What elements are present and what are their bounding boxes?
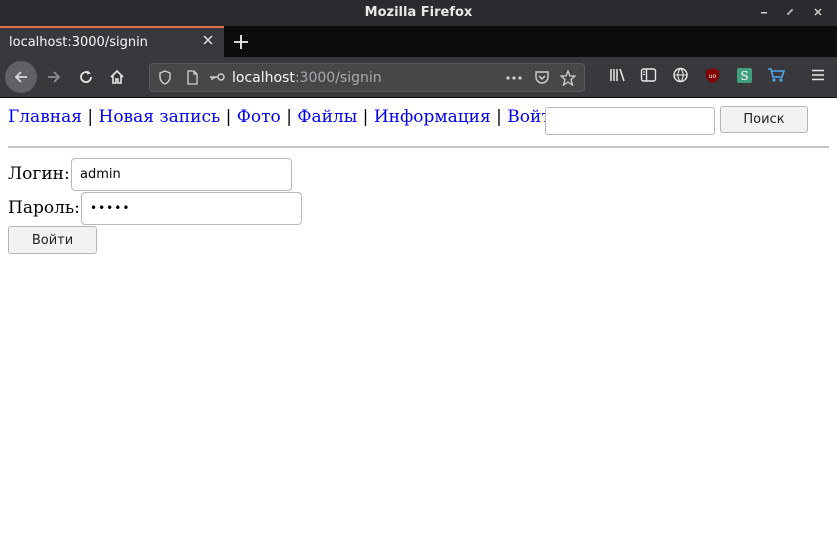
window-titlebar: Mozilla Firefox bbox=[0, 0, 837, 26]
new-tab-icon[interactable] bbox=[232, 28, 250, 56]
window-title: Mozilla Firefox bbox=[364, 5, 473, 20]
nav-separator: | bbox=[225, 107, 232, 127]
stylus-icon[interactable]: S bbox=[736, 67, 753, 88]
nav-separator: | bbox=[286, 107, 292, 127]
navigation-toolbar: localhost:3000/signin uo S bbox=[0, 57, 837, 98]
tab-active[interactable]: localhost:3000/signin bbox=[0, 26, 224, 57]
globe-icon[interactable] bbox=[672, 67, 689, 87]
close-tab-icon[interactable] bbox=[202, 34, 214, 50]
url-host: localhost bbox=[232, 70, 295, 86]
tracking-shield-icon[interactable] bbox=[158, 70, 172, 89]
page-info-icon[interactable] bbox=[186, 70, 199, 89]
close-window-icon[interactable] bbox=[810, 4, 826, 20]
maximize-icon[interactable] bbox=[782, 4, 798, 20]
bookmark-star-icon[interactable] bbox=[559, 69, 577, 90]
page-content: Главная | Новая запись | Фото | Файлы | … bbox=[0, 98, 837, 538]
library-icon[interactable] bbox=[609, 67, 627, 87]
pocket-icon[interactable] bbox=[534, 70, 550, 89]
site-nav-menu: Главная | Новая запись | Фото | Файлы | … bbox=[8, 107, 573, 127]
forward-arrow-icon[interactable] bbox=[40, 63, 68, 91]
cart-icon[interactable] bbox=[767, 67, 786, 87]
nav-separator: | bbox=[496, 107, 502, 127]
home-icon[interactable] bbox=[103, 63, 131, 91]
nav-link-home[interactable]: Главная bbox=[8, 107, 82, 127]
password-field[interactable]: ••••• bbox=[81, 192, 302, 225]
nav-link-files[interactable]: Файлы bbox=[297, 107, 357, 127]
divider bbox=[8, 146, 829, 148]
nav-separator: | bbox=[87, 107, 94, 127]
sidebar-icon[interactable] bbox=[640, 67, 657, 87]
more-actions-icon[interactable] bbox=[506, 72, 522, 87]
login-label: Логин: bbox=[8, 164, 70, 184]
url-text[interactable]: localhost:3000/signin bbox=[232, 70, 382, 86]
reload-icon[interactable] bbox=[72, 63, 100, 91]
hamburger-menu-icon[interactable] bbox=[810, 67, 826, 87]
key-icon[interactable] bbox=[208, 70, 226, 88]
url-bar[interactable]: localhost:3000/signin bbox=[149, 63, 585, 92]
svg-text:S: S bbox=[740, 69, 748, 83]
url-path: :3000/signin bbox=[294, 70, 382, 86]
tab-strip: localhost:3000/signin bbox=[0, 26, 837, 57]
login-field[interactable]: admin bbox=[71, 158, 292, 191]
ublock-icon[interactable]: uo bbox=[704, 67, 721, 88]
password-label: Пароль: bbox=[8, 198, 80, 218]
nav-link-info[interactable]: Информация bbox=[374, 107, 491, 127]
nav-link-new-post[interactable]: Новая запись bbox=[99, 107, 221, 127]
nav-separator: | bbox=[362, 107, 369, 127]
nav-link-photo[interactable]: Фото bbox=[237, 107, 281, 127]
svg-text:uo: uo bbox=[709, 73, 717, 80]
back-arrow-icon[interactable] bbox=[5, 61, 37, 93]
search-input[interactable] bbox=[545, 107, 715, 135]
search-button[interactable]: Поиск bbox=[720, 106, 808, 133]
tab-title: localhost:3000/signin bbox=[9, 35, 148, 50]
signin-submit-button[interactable]: Войти bbox=[8, 226, 97, 254]
minimize-icon[interactable] bbox=[756, 4, 772, 20]
